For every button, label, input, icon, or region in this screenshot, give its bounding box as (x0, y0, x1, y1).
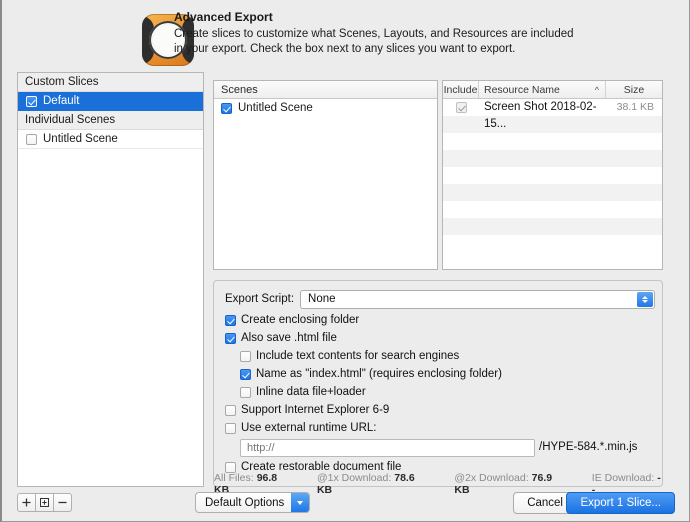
resource-size-cell: 38.1 KB (616, 101, 654, 113)
dialog-description: Create slices to customize what Scenes, … (174, 28, 574, 55)
default-options-pulldown[interactable]: Default Options (195, 492, 311, 513)
option-name-as-index-html[interactable]: Name as "index.html" (requires enclosing… (240, 368, 502, 380)
option-label: Use external runtime URL: (241, 422, 377, 434)
sidebar-item-default[interactable]: Default (18, 92, 203, 111)
minus-icon (58, 501, 67, 504)
option-label: Inline data file+loader (256, 386, 366, 398)
url-suffix-label: /HYPE-584.*.min.js (539, 441, 638, 453)
option-support-ie[interactable]: Support Internet Explorer 6-9 (225, 404, 389, 416)
option-label: Also save .html file (241, 332, 337, 344)
table-row-empty (443, 201, 662, 218)
group-header-custom-slices: Custom Slices (18, 73, 203, 92)
default-options-label: Default Options (205, 496, 285, 509)
table-row-empty (443, 133, 662, 150)
duplicate-slice-button[interactable] (35, 493, 54, 512)
sort-ascending-icon: ^ (594, 85, 599, 95)
include-text-contents-checkbox[interactable] (240, 350, 251, 362)
sidebar-item-untitled-scene[interactable]: Untitled Scene (18, 130, 203, 149)
chevron-down-icon[interactable] (291, 493, 310, 512)
export-options-group: Export Script: None Create enclosing fol… (213, 280, 663, 496)
resource-include-checkbox[interactable] (455, 102, 467, 113)
advanced-export-dialog: Advanced Export Create slices to customi… (0, 0, 690, 522)
remove-slice-button[interactable] (53, 493, 72, 512)
option-label: Create enclosing folder (241, 314, 360, 326)
resource-name-cell: Screen Shot 2018-02-15... (484, 101, 597, 130)
option-also-save-html[interactable]: Also save .html file (225, 332, 337, 344)
column-header-resource-name[interactable]: Resource Name ^ (479, 81, 606, 98)
group-header-individual-scenes: Individual Scenes (18, 111, 203, 130)
create-enclosing-folder-checkbox[interactable] (225, 314, 236, 326)
table-row[interactable]: Screen Shot 2018-02-15... 38.1 KB (443, 99, 662, 130)
option-use-external-runtime-url[interactable]: Use external runtime URL: (225, 422, 377, 434)
duplicate-icon (40, 498, 49, 507)
stat-1x-download: @1x Download: 78.6 KB (316, 472, 415, 496)
scenes-panel[interactable]: Scenes Untitled Scene (213, 80, 438, 270)
table-row-empty (443, 167, 662, 184)
option-inline-data-file-loader[interactable]: Inline data file+loader (240, 386, 366, 398)
resources-table-header: Include Resource Name ^ Size (443, 81, 662, 99)
table-row-empty (443, 218, 662, 235)
name-as-index-html-checkbox[interactable] (240, 368, 251, 380)
slice-actions-segmented-control[interactable] (17, 493, 72, 512)
create-restorable-document-checkbox[interactable] (225, 461, 236, 473)
support-ie-checkbox[interactable] (225, 404, 236, 416)
default-slice-checkbox[interactable] (26, 95, 37, 107)
resource-include-cell[interactable] (443, 99, 479, 116)
plus-icon (22, 498, 31, 507)
option-create-enclosing-folder[interactable]: Create enclosing folder (225, 314, 359, 326)
scene-include-checkbox[interactable] (221, 103, 232, 114)
dialog-header: Advanced Export Create slices to customi… (142, 10, 574, 70)
scene-name-label: Untitled Scene (238, 102, 313, 114)
external-runtime-url-input[interactable] (240, 439, 535, 457)
column-header-include[interactable]: Include (443, 81, 479, 98)
also-save-html-checkbox[interactable] (225, 332, 236, 344)
table-row-empty (443, 150, 662, 167)
export-script-select[interactable]: None (300, 289, 655, 309)
option-label: Name as "index.html" (requires enclosing… (256, 368, 502, 380)
table-row-empty (443, 235, 662, 252)
option-include-text-contents[interactable]: Include text contents for search engines (240, 350, 459, 362)
export-script-row: Export Script: None (225, 289, 655, 309)
sidebar-item-label: Default (43, 94, 80, 107)
inline-data-file-loader-checkbox[interactable] (240, 386, 251, 398)
export-script-value: None (308, 293, 336, 305)
custom-slices-list[interactable]: Custom Slices Default Individual Scenes … (17, 72, 204, 487)
column-header-size[interactable]: Size (606, 81, 662, 98)
untitled-scene-checkbox[interactable] (26, 133, 37, 145)
use-external-runtime-url-checkbox[interactable] (225, 422, 236, 434)
list-item[interactable]: Untitled Scene (214, 99, 437, 118)
export-button[interactable]: Export 1 Slice... (566, 492, 675, 514)
export-script-label: Export Script: (225, 293, 295, 305)
option-label: Include text contents for search engines (256, 350, 460, 362)
add-slice-button[interactable] (17, 493, 36, 512)
chevron-updown-icon[interactable] (637, 291, 653, 307)
table-row-empty (443, 116, 662, 133)
sidebar-item-label: Untitled Scene (43, 132, 118, 145)
scenes-column-header: Scenes (214, 81, 437, 99)
page-title: Advanced Export (174, 10, 273, 24)
table-row-empty (443, 184, 662, 201)
resources-panel[interactable]: Include Resource Name ^ Size Screen Shot… (442, 80, 663, 270)
option-label: Support Internet Explorer 6-9 (241, 404, 390, 416)
